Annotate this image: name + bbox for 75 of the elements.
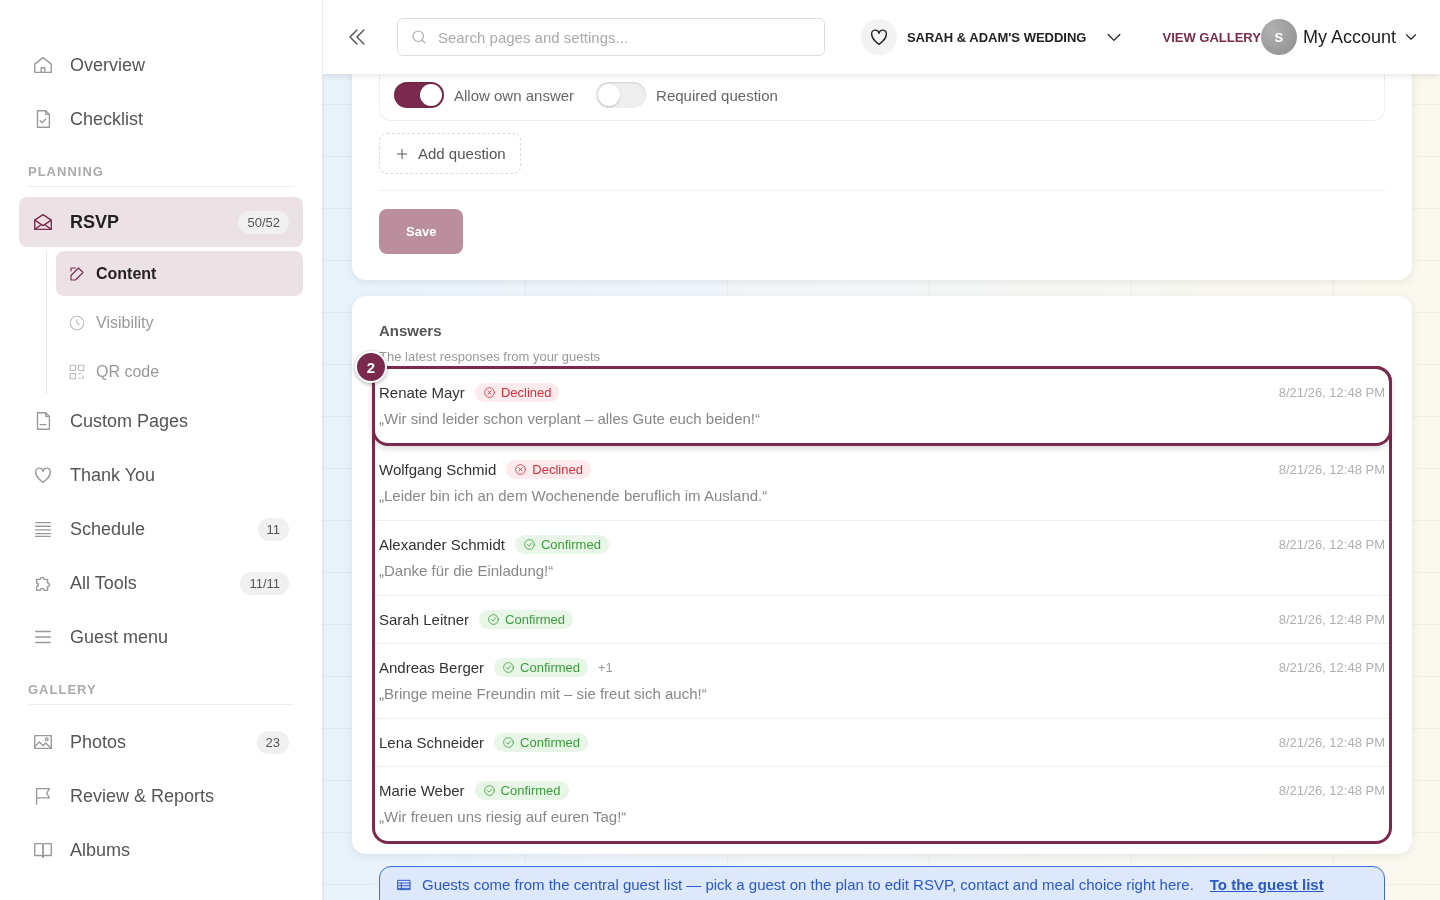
add-question-button[interactable]: Add question bbox=[379, 133, 521, 174]
status-label: Confirmed bbox=[505, 612, 566, 627]
sidebar-item[interactable]: All Tools 11/11 bbox=[19, 556, 303, 610]
guest-name: Andreas Berger bbox=[379, 659, 485, 676]
view-gallery-link[interactable]: VIEW GALLERY bbox=[1162, 29, 1261, 45]
heart-icon bbox=[32, 464, 54, 486]
answer-message: „Leider bin ich an dem Wochenende beruflich im Ausland.“ bbox=[379, 487, 769, 504]
count-badge: 11/11 bbox=[240, 571, 289, 595]
answer-time: 8/21/26, 12:48 PM bbox=[1278, 783, 1385, 798]
info-text: Guests come from the central guest list — pick a guest on the plan to edit RSVP, contact and meal choice right here. bbox=[422, 876, 1194, 893]
check-circle-icon bbox=[487, 613, 501, 626]
heart-button[interactable] bbox=[861, 19, 897, 55]
sidebar-item[interactable]: Thank You bbox=[19, 448, 303, 502]
answer-message: „Wir freuen uns riesig auf euren Tag!“ bbox=[379, 808, 628, 825]
status-label: Declined bbox=[500, 385, 552, 400]
cross-circle-icon bbox=[514, 463, 528, 476]
account-menu[interactable]: S My Account bbox=[1260, 19, 1420, 55]
guest-name: Lena Schneider bbox=[379, 734, 485, 751]
status-label: Declined bbox=[532, 462, 583, 477]
search-box[interactable]: Search pages and settings... bbox=[396, 18, 826, 56]
answer-message: „Bringe meine Freundin mit – sie freut sich auch!“ bbox=[379, 685, 708, 702]
clock-icon bbox=[68, 313, 86, 332]
answer-time: 8/21/26, 12:48 PM bbox=[1278, 735, 1385, 750]
sidebar-item[interactable]: Schedule 11 bbox=[19, 502, 303, 556]
toggle-label: Required question bbox=[656, 86, 778, 104]
answer-time: 8/21/26, 12:48 PM bbox=[1278, 612, 1385, 627]
heart-icon bbox=[868, 26, 890, 48]
pencil-icon bbox=[68, 264, 86, 283]
count-badge: 23 bbox=[256, 730, 289, 754]
check-circle-icon bbox=[482, 784, 496, 797]
plus-one-count: +1 bbox=[598, 660, 613, 675]
avatar: S bbox=[1260, 19, 1297, 55]
envelope-icon bbox=[32, 211, 54, 233]
sidebar-item[interactable]: Photos 23 bbox=[19, 715, 303, 769]
home-icon bbox=[32, 54, 54, 76]
guest-name: Renate Mayr bbox=[379, 384, 465, 401]
status-label: Confirmed bbox=[500, 783, 561, 798]
answer-time: 8/21/26, 12:48 PM bbox=[1278, 385, 1385, 400]
answer-time: 8/21/26, 12:48 PM bbox=[1278, 537, 1385, 552]
answer-time: 8/21/26, 12:48 PM bbox=[1278, 462, 1385, 477]
status-label: Confirmed bbox=[520, 660, 581, 675]
section-heading: PLANNING bbox=[28, 164, 294, 187]
event-selector[interactable]: SARAH & ADAM'S WEDDING bbox=[906, 27, 1125, 47]
answer-time: 8/21/26, 12:48 PM bbox=[1278, 660, 1385, 675]
count-badge: 11 bbox=[257, 517, 289, 541]
sidebar-item[interactable]: Overview bbox=[19, 38, 303, 92]
guest-name: Wolfgang Schmid bbox=[379, 461, 497, 478]
table-icon bbox=[396, 877, 412, 893]
check-circle-icon bbox=[502, 661, 516, 674]
guest-name: Marie Weber bbox=[379, 782, 465, 799]
qr-code-icon bbox=[68, 362, 86, 381]
count-badge: 50/52 bbox=[238, 210, 289, 234]
toggle-switch[interactable] bbox=[394, 82, 444, 108]
guest-name: Sarah Leitner bbox=[379, 611, 470, 628]
answer-message: „Danke für die Einladung!“ bbox=[379, 562, 555, 579]
status-label: Confirmed bbox=[520, 735, 581, 750]
section-title: Answers bbox=[379, 322, 443, 339]
sidebar-subitem[interactable]: Content bbox=[56, 251, 303, 296]
sidebar-item[interactable]: Albums bbox=[19, 823, 303, 877]
sidebar-item[interactable]: Review & Reports bbox=[19, 769, 303, 823]
sidebar-item[interactable]: Custom Pages bbox=[19, 394, 303, 448]
guest-name: Alexander Schmidt bbox=[379, 536, 505, 553]
cross-circle-icon bbox=[482, 386, 496, 399]
search-icon bbox=[409, 28, 428, 46]
sidebar-item[interactable]: Checklist bbox=[19, 92, 303, 146]
sidebar-item[interactable]: Guest menu bbox=[19, 610, 303, 664]
status-label: Confirmed bbox=[540, 537, 601, 552]
check-circle-icon bbox=[522, 538, 536, 551]
toggle-label: Allow own answer bbox=[454, 86, 575, 104]
check-circle-icon bbox=[502, 736, 516, 749]
answer-message: „Wir sind leider schon verplant – alles Gute euch beiden!“ bbox=[379, 410, 762, 427]
toggle-switch[interactable] bbox=[596, 82, 647, 108]
guest-list-link[interactable]: To the guest list bbox=[1209, 876, 1324, 893]
section-heading: GALLERY bbox=[28, 682, 294, 705]
sidebar-item[interactable]: RSVP 50/52 bbox=[19, 197, 303, 247]
